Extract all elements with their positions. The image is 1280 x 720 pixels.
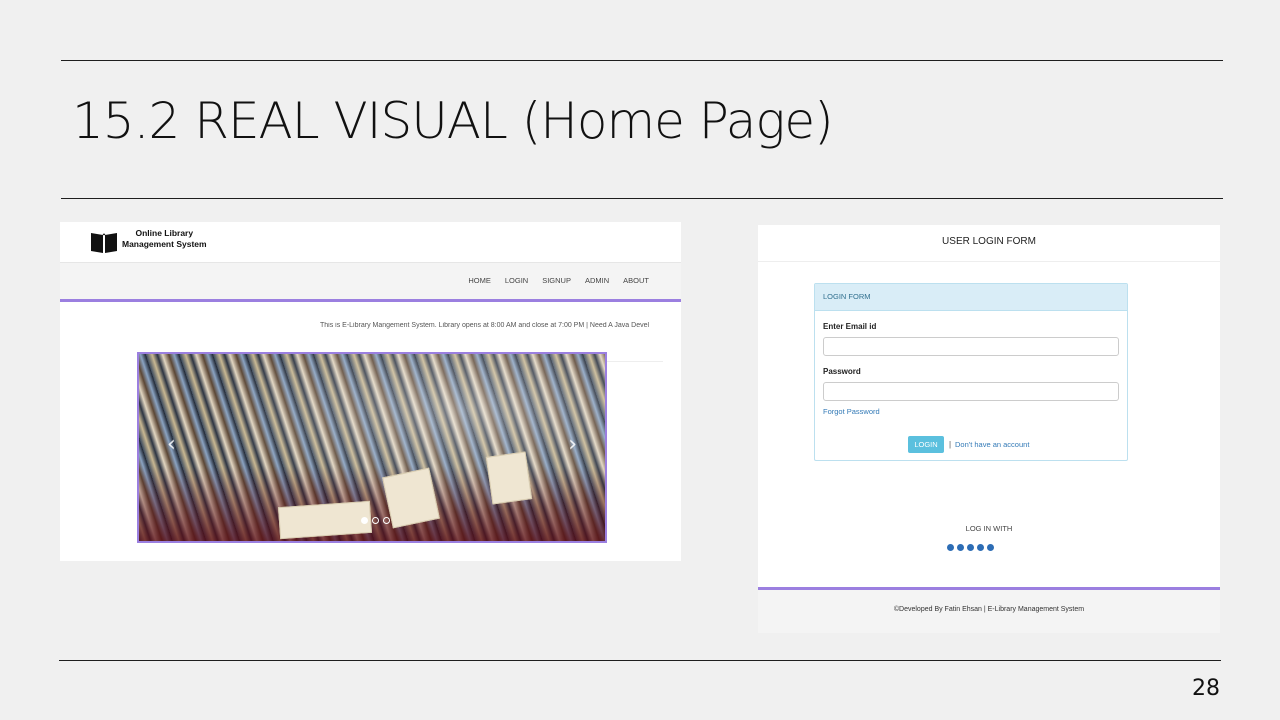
- chevron-left-icon[interactable]: ‹: [167, 432, 176, 457]
- carousel-dot[interactable]: [372, 517, 379, 524]
- carousel-indicators: [361, 517, 390, 524]
- login-with-label: LOG IN WITH: [965, 524, 1013, 533]
- top-divider: [61, 60, 1223, 61]
- open-book-icon: [91, 233, 117, 253]
- forgot-password-link[interactable]: Forgot Password: [823, 407, 880, 416]
- page-number: 28: [1192, 676, 1220, 701]
- password-label: Password: [823, 367, 861, 376]
- login-panel: LOGIN FORM Enter Email id Password Forgo…: [814, 283, 1128, 461]
- password-field[interactable]: [823, 382, 1119, 401]
- book-sign-card: [485, 451, 533, 505]
- slide-title: 15.2 REAL VISUAL (Home Page): [72, 92, 834, 150]
- nav-login[interactable]: LOGIN: [505, 276, 528, 285]
- skype-icon[interactable]: [987, 544, 994, 551]
- login-page-screenshot: USER LOGIN FORM LOGIN FORM Enter Email i…: [758, 225, 1220, 633]
- brand-line-1: Online Library: [135, 228, 194, 238]
- panel-heading: LOGIN FORM: [815, 284, 1127, 311]
- brand-line-2: Management System: [122, 239, 207, 249]
- email-label: Enter Email id: [823, 322, 877, 331]
- google-icon[interactable]: [977, 544, 984, 551]
- link-separator: |: [949, 440, 952, 449]
- home-page-screenshot: Online Library Management System HOME LO…: [60, 222, 681, 561]
- book-sign-card: [382, 467, 440, 529]
- login-page-title: USER LOGIN FORM: [758, 225, 1220, 262]
- chevron-right-icon[interactable]: ›: [568, 432, 577, 457]
- site-footer: ©Developed By Fatin Ehsan | E-Library Ma…: [758, 587, 1220, 633]
- instagram-icon[interactable]: [957, 544, 964, 551]
- nav-about[interactable]: ABOUT: [623, 276, 649, 285]
- facebook-icon[interactable]: [947, 544, 954, 551]
- bottom-divider: [59, 660, 1221, 661]
- nav-signup[interactable]: SIGNUP: [542, 276, 571, 285]
- carousel-dot[interactable]: [361, 517, 368, 524]
- title-divider: [61, 198, 1223, 199]
- carousel-dot[interactable]: [383, 517, 390, 524]
- social-icons: [947, 544, 994, 551]
- signup-link[interactable]: Don't have an account: [955, 440, 1029, 449]
- marquee-notice: This is E-Library Mangement System. Libr…: [320, 322, 650, 329]
- image-carousel[interactable]: ‹ ›: [137, 352, 607, 543]
- carousel-image: [139, 354, 605, 541]
- nav-home[interactable]: HOME: [468, 276, 491, 285]
- navbar: HOME LOGIN SIGNUP ADMIN ABOUT: [60, 262, 681, 302]
- site-header: Online Library Management System: [60, 222, 681, 262]
- nav-admin[interactable]: ADMIN: [585, 276, 609, 285]
- login-button[interactable]: LOGIN: [908, 436, 944, 453]
- book-sign-card: [277, 500, 373, 540]
- twitter-icon[interactable]: [967, 544, 974, 551]
- site-brand[interactable]: Online Library Management System: [122, 228, 207, 250]
- email-field[interactable]: [823, 337, 1119, 356]
